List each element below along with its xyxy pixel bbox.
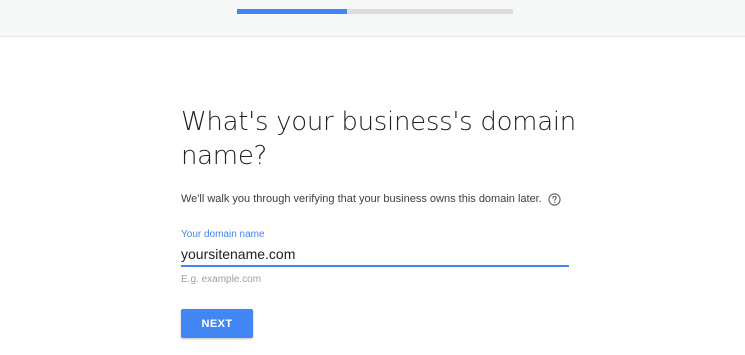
page-subtitle-row: We'll walk you through verifying that yo… [181, 191, 601, 207]
domain-input[interactable] [181, 246, 569, 265]
progress-bar [237, 9, 513, 14]
domain-field-label: Your domain name [181, 229, 265, 240]
next-button[interactable]: NEXT [181, 309, 253, 338]
domain-field-hint: E.g. example.com [181, 274, 262, 285]
main-content: What's your business's domain name? We'l… [181, 105, 601, 338]
top-bar [0, 0, 745, 37]
page-title: What's your business's domain name? [181, 107, 576, 171]
progress-bar-fill [237, 9, 348, 14]
question-circle-icon[interactable] [548, 192, 561, 206]
page-subtitle: We'll walk you through verifying that yo… [181, 193, 542, 205]
domain-field [181, 246, 569, 267]
